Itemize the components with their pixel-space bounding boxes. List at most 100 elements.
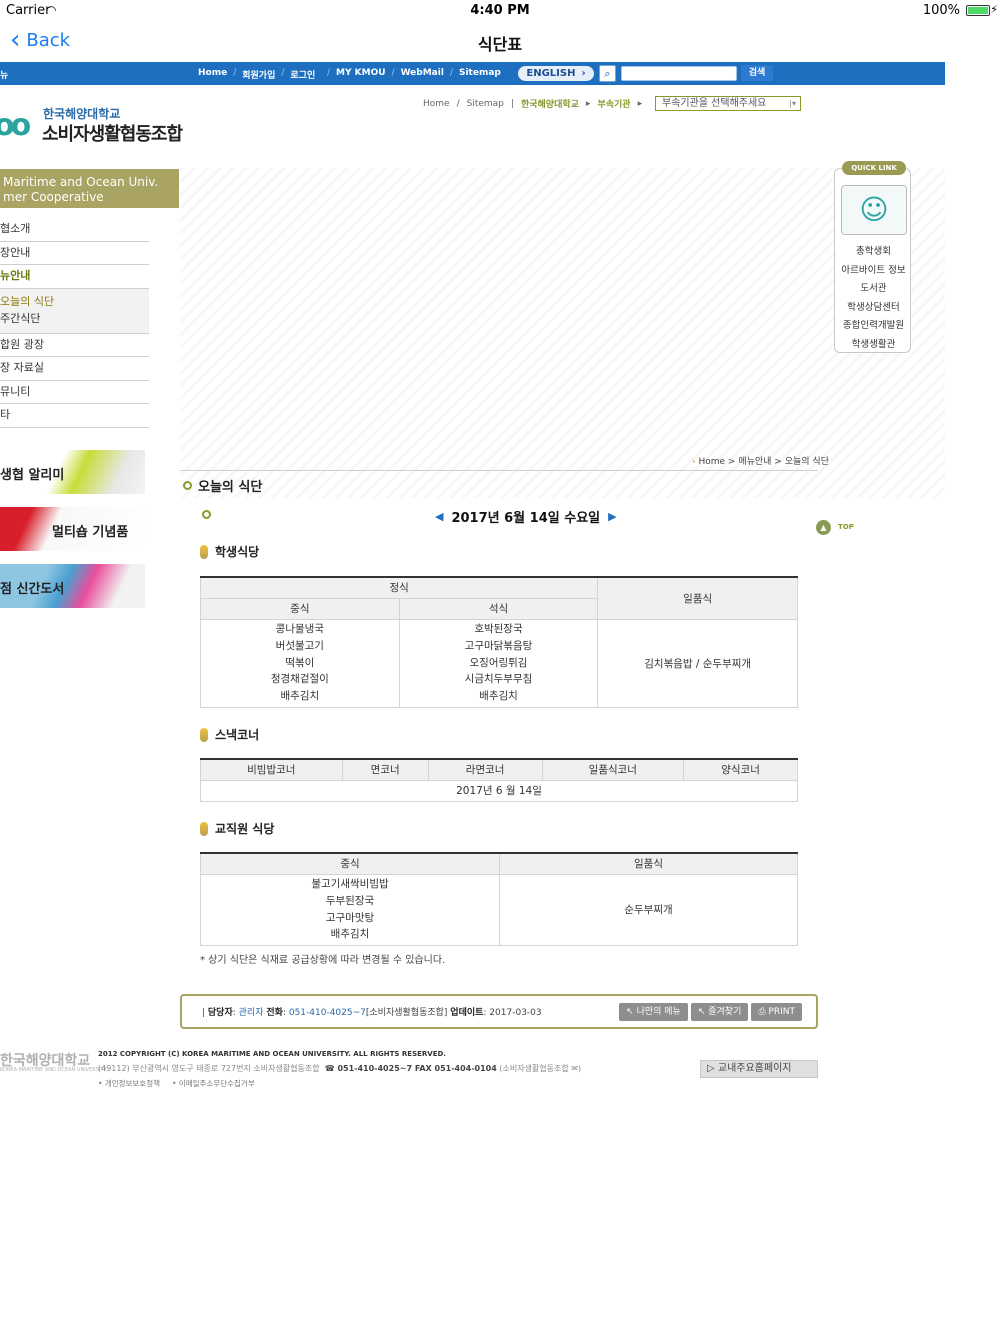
global-top-bar: 뉴 Home / 회원가입 / 로그인 / MY KMOU / WebMail / Si… — [0, 62, 945, 85]
link-home[interactable]: Home — [198, 68, 227, 81]
search-button[interactable]: 검색 — [741, 65, 773, 81]
quick-link[interactable]: 학생생활관 — [835, 336, 912, 355]
food-item: 배추김치 — [479, 690, 518, 703]
food-item: 배추김치 — [280, 690, 320, 703]
update-label: 업데이트 — [450, 1008, 484, 1018]
charging-icon: ⚡ — [990, 3, 998, 16]
dinner-cell: 호박된장국 고구마닭볶음탕 오징어링튀김 시금치두부무침 배추김치 — [398, 618, 599, 708]
homepage-select[interactable]: ▷ 교내주요홈페이지 — [700, 1060, 818, 1078]
institution-select[interactable]: 부속기관을 선택해주세요 |▾ — [655, 96, 801, 111]
battery-percent: 100% — [922, 3, 960, 18]
left-title-line2: mer Cooperative — [3, 190, 104, 204]
food-item: 콩나물냉국 — [275, 623, 324, 635]
lunch-cell: 콩나물냉국 버섯불고기 떡볶이 청경채겉절이 배추김치 — [200, 618, 400, 708]
policy-privacy-link[interactable]: • 개인정보보호정책 — [98, 1078, 160, 1089]
quick-link-panel: QUICK LINK ☺ 총학생회 아르바이트 정보 도서관 학생상담센터 종합… — [834, 161, 912, 355]
lnb-item-stores[interactable]: 장안내 — [0, 242, 149, 265]
promo-souvenir-label: 멀티숍 기념품 — [52, 525, 129, 540]
lunch-cell: 불고기새싹비빔밥 두부된장국 고구마맛탕 배추김치 — [200, 873, 500, 946]
crumb-home[interactable]: Home — [423, 99, 450, 109]
lnb-item-community[interactable]: 뮤니티 — [0, 381, 149, 404]
webview: 뉴 Home / 회원가입 / 로그인 / MY KMOU / WebMail / Si… — [0, 62, 945, 1334]
lnb-item-etc[interactable]: 타 — [0, 404, 149, 428]
quick-link-tag: QUICK LINK — [842, 161, 906, 175]
play-icon: ▷ — [707, 1063, 718, 1074]
search-input[interactable] — [621, 66, 737, 81]
chevron-down-icon: |▾ — [789, 99, 796, 108]
english-button[interactable]: ENGLISH › — [518, 66, 594, 81]
manager-label: 담당자 — [207, 1008, 233, 1018]
section-title: 학생식당 — [215, 545, 260, 559]
promo-books-banner[interactable]: 점 신간도서 — [0, 564, 145, 608]
printer-icon: ⎙ — [758, 1007, 769, 1017]
link-webmail[interactable]: WebMail — [401, 68, 444, 81]
menu-note: * 상기 식단은 식재료 공급상황에 따라 변경될 수 있습니다. — [200, 955, 446, 966]
favorite-button[interactable]: ↖ 즐겨찾기 — [690, 1003, 749, 1021]
pill-bullet-icon — [200, 821, 208, 836]
lnb-sub-today[interactable]: 오늘의 식단 — [0, 293, 149, 310]
link-login[interactable]: 로그인 — [290, 68, 315, 81]
link-my-kmou[interactable]: MY KMOU — [336, 68, 386, 81]
logo-coop[interactable]: 소비자생활협동조합 — [42, 120, 183, 146]
promo-souvenir-banner[interactable]: 멀티숍 기념품 — [0, 507, 145, 551]
lnb-item-menu[interactable]: 뉴안내 — [0, 265, 149, 289]
lnb-item-members[interactable]: 합원 광장 — [0, 334, 149, 357]
top-button[interactable]: ▲ TOP — [816, 517, 856, 547]
update-value: 2017-03-03 — [489, 1008, 542, 1018]
search-icon[interactable]: ⌕ — [599, 65, 616, 82]
crumb-dept[interactable]: 부속기관 — [597, 97, 630, 110]
nav-title: 식단표 — [477, 35, 523, 54]
link-join[interactable]: 회원가입 — [242, 68, 275, 81]
footer-policies: • 개인정보보호정책 • 이메일주소무단수집거부 — [98, 1078, 255, 1089]
clock: 4:40 PM — [470, 3, 530, 18]
date-navigator: ◀ 2017년 6월 14일 수요일 ▶ — [435, 507, 617, 526]
quick-link[interactable]: 아르바이트 정보 — [835, 262, 912, 281]
policy-email-link[interactable]: • 이메일주소무단수집거부 — [172, 1078, 255, 1089]
single-cell: 김치볶음밥 / 순두부찌개 — [597, 618, 798, 708]
coop-logo-mark[interactable]: oo — [0, 108, 31, 143]
manager-link[interactable]: 관리자 — [239, 1008, 264, 1018]
lnb-item-about[interactable]: 협소개 — [0, 218, 149, 242]
monitor-icon: ☺ — [841, 185, 907, 235]
lnb-sub-weekly[interactable]: 주간식단 — [0, 310, 149, 327]
crumb-sitemap[interactable]: Sitemap — [467, 99, 504, 109]
org-text: (소비자생활협동조합 ✉) — [499, 1064, 582, 1073]
header-single-corner: 일품식코너 — [541, 758, 685, 781]
left-title-line1: Maritime and Ocean Univ. — [3, 175, 159, 189]
arrow-up-icon: ▲ — [816, 520, 831, 535]
snack-date-cell: 2017년 6 월 14일 — [200, 779, 798, 802]
quick-link[interactable]: 총학생회 — [835, 243, 912, 262]
food-item: 시금치두부무침 — [464, 673, 533, 686]
next-day-icon[interactable]: ▶ — [608, 510, 616, 523]
section-title: 교직원 식당 — [215, 822, 275, 836]
navigation-bar: ‹ Back 식단표 — [0, 22, 1000, 62]
policy-email-label: 이메일주소무단수집거부 — [178, 1079, 255, 1088]
link-sitemap[interactable]: Sitemap — [459, 68, 501, 81]
menu-cut-label[interactable]: 뉴 — [0, 68, 8, 81]
section-student: 학생식당 — [200, 543, 259, 560]
policy-privacy-label: 개인정보보호정책 — [104, 1079, 161, 1088]
quick-link[interactable]: 학생상담센터 — [835, 299, 912, 318]
my-menu-button[interactable]: ↖ 나만의 메뉴 — [619, 1003, 688, 1021]
food-item: 고구마맛탕 — [325, 911, 375, 924]
header-western: 양식코너 — [683, 758, 798, 781]
print-label: PRINT — [768, 1007, 795, 1017]
my-menu-label: 나만의 메뉴 — [636, 1007, 681, 1017]
page-info-text: | 담당자: 관리자 전화: 051-410-4025~7[소비자생활협동조합]… — [202, 1008, 542, 1018]
status-bar: Carrier ◠ 4:40 PM 100% ⚡ — [0, 0, 1000, 22]
pill-bullet-icon — [200, 544, 208, 559]
food-item: 고구마닭볶음탕 — [464, 639, 533, 652]
ring-bullet-icon — [202, 510, 211, 519]
promo-news-banner[interactable]: 생협 알리미 — [0, 450, 145, 494]
staff-menu-table: 중식 일품식 불고기새싹비빔밥 두부된장국 고구마맛탕 배추김치 순두부찌개 — [200, 852, 798, 946]
quick-link[interactable]: 종합인력개발원 — [835, 317, 912, 336]
lnb-item-archive[interactable]: 장 자료실 — [0, 357, 149, 381]
prev-day-icon[interactable]: ◀ — [435, 510, 443, 523]
header-lunch: 중식 — [200, 597, 400, 620]
quick-link[interactable]: 도서관 — [835, 280, 912, 299]
pill-bullet-icon — [200, 727, 208, 742]
header-bibimbap: 비빔밥코너 — [200, 758, 343, 781]
crumb-univ[interactable]: 한국해양대학교 — [521, 97, 579, 110]
english-label: ENGLISH — [526, 68, 576, 79]
print-button[interactable]: ⎙ PRINT — [751, 1003, 802, 1021]
